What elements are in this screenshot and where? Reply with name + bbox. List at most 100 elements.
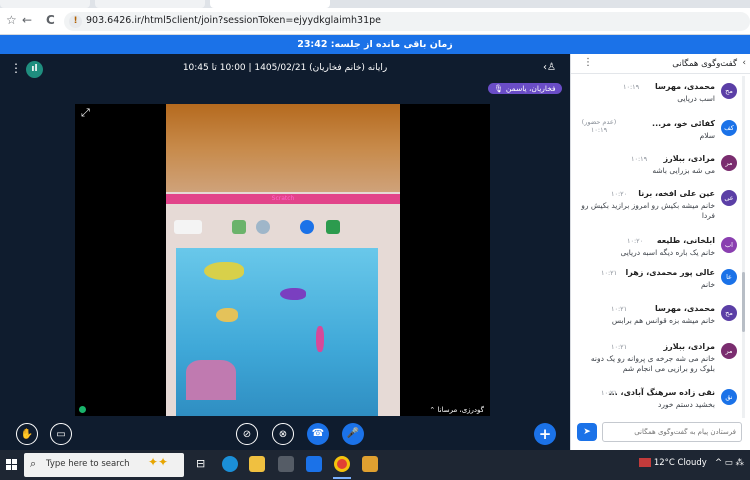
chat-message: عا عالی پور محمدی، زهرا ۱۰:۲۱ خانم	[571, 267, 739, 307]
scratch-tool	[232, 220, 246, 234]
message-sender: عین علی افخه، برنا	[638, 189, 715, 198]
green-flag-icon	[326, 220, 340, 234]
camera-status-icon	[79, 406, 86, 413]
tray-icons[interactable]: ^ ▭ ⁂	[715, 458, 744, 468]
chat-title[interactable]: گفت‌وگوی همگانی	[672, 59, 737, 69]
message-text: خانم می شه جرخه ی پروانه رو یک دونه بلوک…	[590, 354, 715, 373]
scrollbar-thumb[interactable]	[742, 272, 745, 332]
browser-tab[interactable]	[0, 0, 90, 8]
browser-toolbar: ☆ ← C ! 903.6426.ir/html5client/join?ses…	[0, 8, 750, 35]
store-icon[interactable]	[278, 456, 294, 472]
message-text: می شه بزرایی باشه	[652, 166, 715, 175]
send-button[interactable]: ➤	[577, 423, 597, 441]
star-icon[interactable]: ☆	[6, 13, 17, 27]
purple-fish-sprite	[280, 288, 306, 300]
system-tray[interactable]: 12°C Cloudy ^ ▭ ⁂	[639, 458, 744, 468]
raise-hand-button[interactable]: ✋	[16, 423, 38, 445]
message-time: ۱۰:۲۱	[601, 269, 618, 277]
reload-icon[interactable]: C	[46, 13, 55, 27]
coral-sprite	[186, 360, 236, 400]
user-avatar[interactable]: عا	[721, 269, 737, 285]
message-sender: نقی زاده سرهنگ آبادی، ...	[608, 388, 715, 397]
scratch-title-bar: Scratch	[166, 194, 400, 204]
chat-input[interactable]	[602, 422, 742, 442]
user-avatar[interactable]: اب	[721, 237, 737, 253]
search-icon: ⌕	[30, 457, 37, 470]
video-stream[interactable]: ⤢ Scratch ⌃ گودرزی، مرسانا	[75, 104, 490, 416]
user-avatar[interactable]: مر	[721, 155, 737, 171]
user-avatar[interactable]: کف	[721, 120, 737, 136]
active-app-indicator	[333, 477, 351, 479]
video-caption: ⌃ گودرزی، مرسانا	[429, 406, 484, 414]
chat-message: مح محمدی، مهرسا ۱۰:۲۱ خانم میشه بزه قوانس ه…	[571, 303, 739, 343]
aquarium-stage	[176, 248, 378, 416]
chat-message: نق نقی زاده سرهنگ آبادی، ... ۱۰:۲۱ بخشید دس…	[571, 387, 739, 419]
message-sender: مرادی، ببلارز	[663, 342, 716, 351]
audio-phone-button[interactable]: ☎	[307, 423, 329, 445]
message-time: ۱۰:۱۹	[623, 83, 640, 91]
presenter-badge: 🎙 فخاریان، یاسمن	[488, 83, 562, 94]
browser-tab-strip	[0, 0, 750, 8]
message-sender: محمدی، مهرسا	[655, 82, 715, 91]
url-text[interactable]: 903.6426.ir/html5client/join?sessionToke…	[86, 15, 381, 26]
chat-message: مر مرادی، ببلارز ۱۰:۱۹ می شه بزرایی باشه	[571, 153, 739, 193]
user-avatar[interactable]: مر	[721, 343, 737, 359]
chat-back-icon[interactable]: ‹	[742, 58, 746, 68]
edge-icon[interactable]	[222, 456, 238, 472]
meeting-area: ⋮ ıl رایانه (خانم فخاریان) 1405/02/21 | …	[0, 54, 570, 450]
fullscreen-icon[interactable]: ⤢	[81, 106, 90, 120]
message-text: بخشید دستم خورد	[658, 400, 715, 409]
chat-header: ⋮ گفت‌وگوی همگانی ‹	[571, 54, 750, 74]
user-avatar[interactable]: نق	[721, 389, 737, 405]
user-avatar[interactable]: عی	[721, 190, 737, 206]
message-text: خانم	[700, 280, 715, 289]
chrome-icon[interactable]	[334, 456, 350, 472]
scratch-tool	[256, 220, 270, 234]
mail-icon[interactable]	[306, 456, 322, 472]
weather-text: 12°C Cloudy	[653, 458, 707, 468]
screen-layout-button[interactable]: ▭	[50, 423, 72, 445]
screenshare-off-button[interactable]: ⊗	[272, 423, 294, 445]
users-toggle-icon[interactable]: ‹♙	[543, 62, 556, 73]
task-view-icon[interactable]: ⊟	[196, 457, 205, 470]
small-fish-sprite	[216, 308, 238, 322]
background-wall	[166, 104, 400, 192]
scratch-tool	[300, 220, 314, 234]
message-time: ۱۰:۲۱	[611, 343, 628, 351]
meeting-title: رایانه (خانم فخاریان) 1405/02/21 | 10:00…	[182, 63, 388, 73]
microphone-button[interactable]: 🎤	[342, 423, 364, 445]
browser-tab[interactable]	[95, 0, 205, 8]
chat-message: مر مرادی، ببلارز ۱۰:۲۱ خانم می شه جرخه ی پر…	[571, 341, 739, 381]
chat-message-list[interactable]: مح محمدی، مهرسا ۱۰:۱۹ اسب دریایی کف کفائی خو،…	[571, 75, 739, 419]
message-text: خانم یک باره دیگه اسبه دریایی	[620, 248, 715, 257]
message-time: ۱۰:۲۱	[601, 389, 618, 397]
chat-message: عی عین علی افخه، برنا ۱۰:۲۰ خانم میشه بکیش …	[571, 188, 739, 228]
chat-message: کف کفائی خو، مر... (عدم حضور) ۱۰:۱۹ سلام	[571, 118, 739, 158]
sparkle-icon: ✦✦	[148, 455, 169, 469]
message-time: ۱۰:۲۰	[611, 190, 628, 198]
app-icon[interactable]	[362, 456, 378, 472]
weather-icon	[639, 458, 652, 467]
not-secure-icon[interactable]: !	[69, 15, 82, 28]
message-time: ۱۰:۲۱	[611, 305, 628, 313]
search-placeholder: Type here to search	[46, 459, 130, 469]
actions-plus-button[interactable]: +	[534, 423, 556, 445]
camera-off-button[interactable]: ⊘	[236, 423, 258, 445]
message-sender: کفائی خو، مر...	[652, 119, 715, 128]
back-icon[interactable]: ←	[22, 13, 32, 27]
message-sender: ابلخانی، طلیعه	[656, 236, 715, 245]
user-avatar[interactable]: مح	[721, 83, 737, 99]
chat-scrollbar[interactable]	[742, 76, 745, 418]
message-text: خانم میشه بکیش رو امروز برازید بکیش رو ف…	[581, 201, 715, 220]
address-bar[interactable]: ! 903.6426.ir/html5client/join?sessionTo…	[64, 12, 750, 31]
message-time: ۱۰:۲۰	[627, 237, 644, 245]
browser-tab-active[interactable]	[210, 0, 330, 8]
message-sender: عالی پور محمدی، زهرا	[625, 268, 716, 277]
file-explorer-icon[interactable]	[249, 456, 265, 472]
windows-start-icon[interactable]	[6, 459, 18, 471]
message-text: خانم میشه بزه قوانس هم برابس	[611, 316, 715, 325]
chat-menu-icon[interactable]: ⋮	[583, 57, 593, 68]
taskbar-search[interactable]: ⌕ Type here to search ✦✦	[24, 453, 184, 477]
session-timer-banner: زمان باقی مانده از جلسه: 23:42	[0, 35, 750, 54]
user-avatar[interactable]: مح	[721, 305, 737, 321]
